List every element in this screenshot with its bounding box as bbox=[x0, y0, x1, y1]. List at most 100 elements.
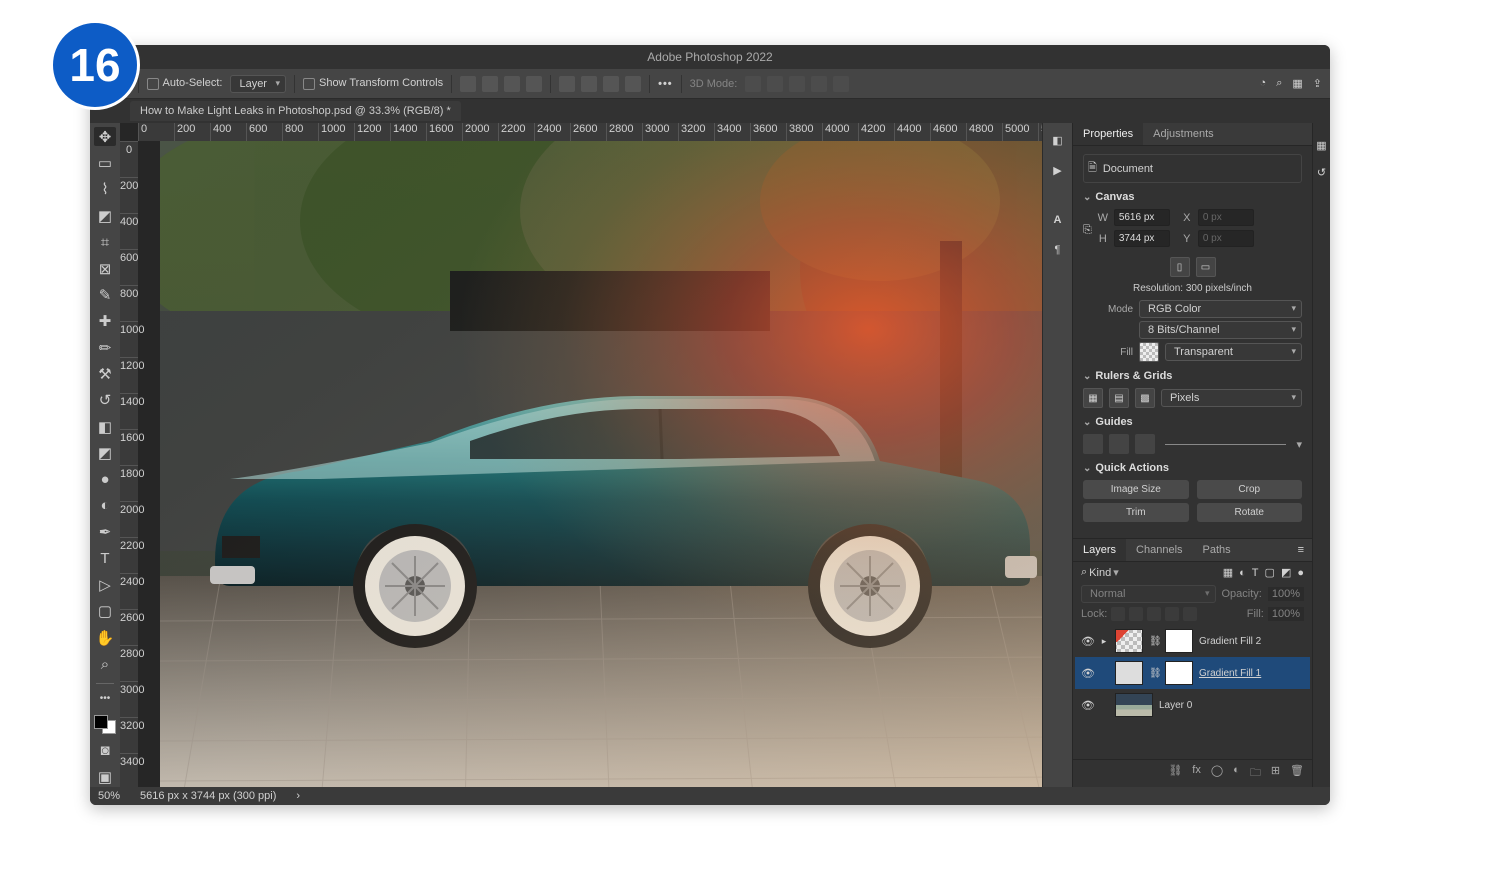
workspace-icon[interactable]: ▦ bbox=[1292, 77, 1302, 90]
align-center-h-icon[interactable] bbox=[482, 76, 498, 92]
eyedropper-tool[interactable]: ✎ bbox=[94, 285, 116, 304]
zoom-tool[interactable]: ⌕ bbox=[94, 655, 116, 674]
distribute-h-icon[interactable] bbox=[559, 76, 575, 92]
layer-row[interactable]: 👁 ⛓ Gradient Fill 1 bbox=[1075, 657, 1310, 689]
libraries-icon[interactable]: ▦ bbox=[1316, 139, 1326, 152]
auto-select-checkbox[interactable]: Auto-Select: bbox=[147, 77, 223, 89]
mode-dropdown[interactable]: RGB Color bbox=[1139, 300, 1302, 318]
marquee-tool[interactable]: ▭ bbox=[94, 153, 116, 172]
mask-link-icon[interactable]: ⛓ bbox=[1149, 668, 1159, 679]
zoom-level[interactable]: 50% bbox=[98, 790, 120, 802]
fill-swatch-icon[interactable] bbox=[1139, 342, 1159, 362]
visibility-icon[interactable]: 👁 bbox=[1081, 667, 1093, 680]
pen-tool[interactable]: ✒ bbox=[94, 523, 116, 542]
rotate-button[interactable]: Rotate bbox=[1197, 503, 1303, 522]
lock-position-icon[interactable] bbox=[1147, 607, 1161, 621]
chevron-down-icon[interactable]: ▾ bbox=[1296, 438, 1302, 451]
filter-adjust-icon[interactable]: ◐ bbox=[1239, 567, 1246, 579]
lasso-tool[interactable]: ⌇ bbox=[94, 180, 116, 199]
character-panel-icon[interactable]: A bbox=[1049, 211, 1067, 229]
distribute-v-icon[interactable] bbox=[581, 76, 597, 92]
tab-channels[interactable]: Channels bbox=[1126, 539, 1192, 561]
edit-toolbar-icon[interactable]: ••• bbox=[100, 693, 111, 704]
lock-transparency-icon[interactable] bbox=[1111, 607, 1125, 621]
mask-icon[interactable]: ◯ bbox=[1211, 764, 1223, 783]
distribute-space-h-icon[interactable] bbox=[603, 76, 619, 92]
portrait-icon[interactable]: ▯ bbox=[1170, 257, 1190, 277]
new-layer-icon[interactable]: ⊞ bbox=[1271, 764, 1280, 783]
layer-name[interactable]: Gradient Fill 2 bbox=[1199, 636, 1261, 647]
filter-type-icon[interactable]: T bbox=[1252, 567, 1259, 579]
eraser-tool[interactable]: ◧ bbox=[94, 417, 116, 436]
blend-mode-dropdown[interactable]: Normal bbox=[1081, 585, 1216, 603]
filter-toggle-icon[interactable]: ● bbox=[1297, 567, 1304, 579]
pixel-grid-icon[interactable]: ▩ bbox=[1135, 388, 1155, 408]
rulers-icon[interactable]: ▦ bbox=[1083, 388, 1103, 408]
trash-icon[interactable]: 🗑 bbox=[1290, 764, 1304, 783]
layer-name[interactable]: Gradient Fill 1 bbox=[1199, 668, 1261, 679]
path-tool[interactable]: ▷ bbox=[94, 575, 116, 594]
document-tab[interactable]: How to Make Light Leaks in Photoshop.psd… bbox=[130, 101, 461, 121]
opacity-field[interactable]: 100% bbox=[1268, 587, 1304, 601]
status-arrow-icon[interactable]: › bbox=[296, 790, 300, 802]
visibility-icon[interactable]: 👁 bbox=[1081, 635, 1093, 648]
link-layers-icon[interactable]: ⛓ bbox=[1168, 764, 1182, 783]
guide-line-style[interactable] bbox=[1165, 444, 1286, 445]
guides-section-header[interactable]: Guides bbox=[1083, 416, 1302, 428]
crop-button[interactable]: Crop bbox=[1197, 480, 1303, 499]
blur-tool[interactable]: ● bbox=[94, 470, 116, 489]
move-tool[interactable]: ✥ bbox=[94, 127, 116, 146]
landscape-icon[interactable]: ▭ bbox=[1196, 257, 1216, 277]
type-tool[interactable]: T bbox=[94, 549, 116, 568]
filter-shape-icon[interactable]: ▢ bbox=[1265, 566, 1275, 579]
filter-smart-icon[interactable]: ◩ bbox=[1281, 566, 1291, 579]
frame-tool[interactable]: ⊠ bbox=[94, 259, 116, 278]
layer-thumb[interactable] bbox=[1115, 661, 1143, 685]
align-right-icon[interactable] bbox=[504, 76, 520, 92]
hand-tool[interactable]: ✋ bbox=[94, 628, 116, 647]
guide-icon-2[interactable] bbox=[1109, 434, 1129, 454]
lock-paint-icon[interactable] bbox=[1129, 607, 1143, 621]
link-wh-icon[interactable]: ⎘ bbox=[1083, 224, 1092, 237]
fill-field[interactable]: 100% bbox=[1268, 607, 1304, 621]
layer-row[interactable]: 👁 Layer 0 bbox=[1075, 689, 1310, 721]
group-icon[interactable]: 🗀 bbox=[1250, 764, 1261, 783]
align-top-icon[interactable] bbox=[526, 76, 542, 92]
search-icon[interactable]: ⌕ bbox=[1276, 77, 1282, 90]
panel-menu-icon[interactable]: ≡ bbox=[1290, 539, 1312, 561]
rulers-section-header[interactable]: Rulers & Grids bbox=[1083, 370, 1302, 382]
canvas-area[interactable]: 0200400600800100012001400160020002200240… bbox=[120, 123, 1042, 787]
lock-artboard-icon[interactable] bbox=[1165, 607, 1179, 621]
visibility-icon[interactable]: 👁 bbox=[1081, 699, 1093, 712]
fill-dropdown[interactable]: Transparent bbox=[1165, 343, 1302, 361]
history-brush-tool[interactable]: ↺ bbox=[94, 391, 116, 410]
layer-thumb[interactable] bbox=[1115, 629, 1143, 653]
screen-mode-icon[interactable]: ▣ bbox=[94, 768, 116, 787]
cloud-docs-icon[interactable]: ◔ bbox=[1260, 77, 1267, 90]
layer-dropdown[interactable]: Layer bbox=[230, 75, 286, 93]
stamp-tool[interactable]: ⚒ bbox=[94, 364, 116, 383]
healing-tool[interactable]: ✚ bbox=[94, 312, 116, 331]
grid-icon[interactable]: ▤ bbox=[1109, 388, 1129, 408]
quick-mask-icon[interactable]: ◙ bbox=[94, 741, 116, 760]
adjustment-icon[interactable]: ◐ bbox=[1233, 764, 1240, 783]
fx-icon[interactable]: fx bbox=[1192, 764, 1201, 783]
image-size-button[interactable]: Image Size bbox=[1083, 480, 1189, 499]
guide-icon-3[interactable] bbox=[1135, 434, 1155, 454]
paragraph-panel-icon[interactable]: ¶ bbox=[1049, 241, 1067, 259]
rulers-unit-dropdown[interactable]: Pixels bbox=[1161, 389, 1302, 407]
lock-all-icon[interactable] bbox=[1183, 607, 1197, 621]
gradient-tool[interactable]: ◩ bbox=[94, 444, 116, 463]
more-options-icon[interactable]: ••• bbox=[658, 78, 673, 90]
crop-tool[interactable]: ⌗ bbox=[94, 233, 116, 252]
layer-thumb[interactable] bbox=[1115, 693, 1153, 717]
object-select-tool[interactable]: ◩ bbox=[94, 206, 116, 225]
mask-thumb[interactable] bbox=[1165, 629, 1193, 653]
color-panel-icon[interactable]: ◧ bbox=[1049, 131, 1067, 149]
share-icon[interactable]: ⇪ bbox=[1313, 77, 1322, 90]
history-icon[interactable]: ↺ bbox=[1317, 166, 1326, 179]
color-swatch[interactable] bbox=[94, 715, 116, 734]
shape-tool[interactable]: ▢ bbox=[94, 602, 116, 621]
bits-dropdown[interactable]: 8 Bits/Channel bbox=[1139, 321, 1302, 339]
distribute-space-v-icon[interactable] bbox=[625, 76, 641, 92]
